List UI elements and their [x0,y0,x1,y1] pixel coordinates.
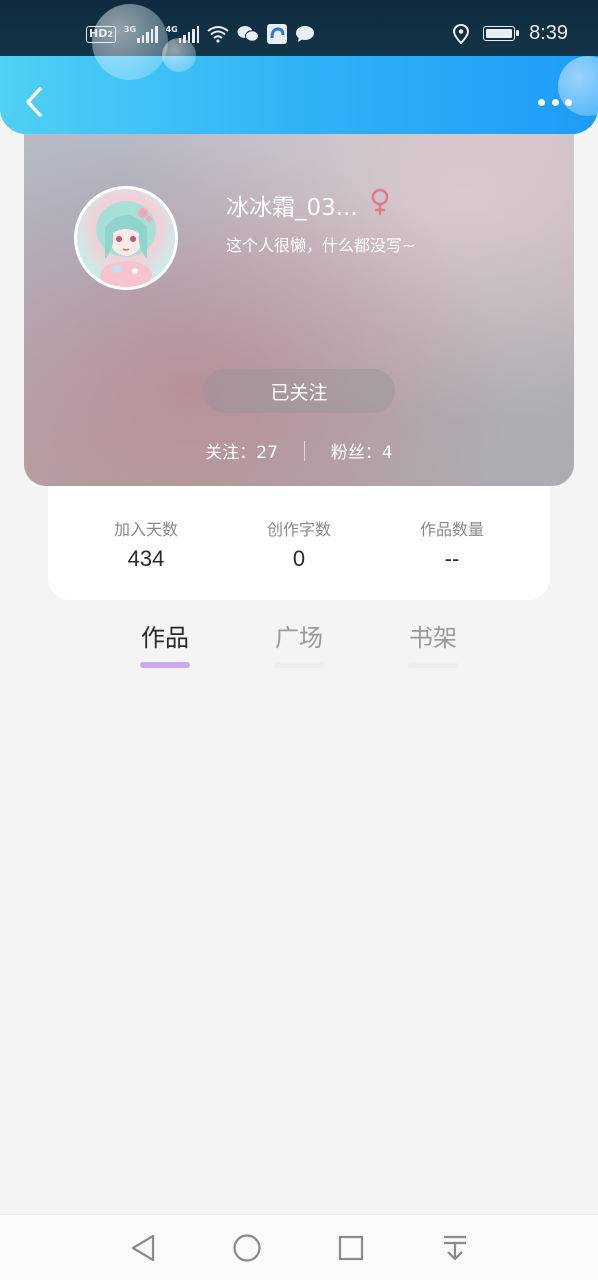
stats-panel: 加入天数 434 创作字数 0 作品数量 -- [48,480,550,600]
chevron-left-icon [26,87,42,117]
tab-square[interactable]: 广场 [274,618,324,674]
nav-recents-button[interactable] [333,1230,369,1266]
tab-label: 广场 [275,624,323,652]
signal-icon-2: 4G [166,25,200,43]
stat-label: 创作字数 [266,520,331,539]
tab-indicator [408,662,458,668]
tab-indicator [140,662,190,668]
stat-join-days: 加入天数 434 [96,516,196,600]
bio-text: 这个人很懒，什么都没写~ [226,236,416,255]
tab-bookshelf[interactable]: 书架 [408,618,458,674]
female-icon [371,188,389,215]
follow-button[interactable]: 已关注 [203,369,395,413]
more-dots-icon [538,98,545,106]
back-button[interactable] [18,84,50,120]
tab-label: 作品 [141,624,189,652]
profile-card: 冰冰霜_03... 这个人很懒，什么都没写~ 已关注 关注：27 粉丝：4 [24,100,574,486]
stat-value: -- [444,546,460,571]
tab-bar: 作品 广场 书架 [0,618,598,674]
fans-label: 粉丝： [330,443,382,463]
status-time: 8:39 [529,22,568,44]
nav-home-button[interactable] [229,1230,265,1266]
stat-value: 434 [127,546,165,571]
wifi-icon [207,26,229,43]
following-label: 关注： [205,443,257,463]
nav-home-icon [233,1233,261,1262]
avatar-illustration [96,201,156,287]
more-button[interactable] [538,90,572,114]
divider [303,440,305,461]
status-left: HD2 3G 4G [86,22,315,46]
stat-word-count: 创作字数 0 [249,516,349,600]
more-dot [565,98,572,106]
stat-label: 加入天数 [113,520,178,539]
stat-value: 0 [292,546,306,571]
stat-works-count: 作品数量 -- [402,516,502,600]
stat-label: 作品数量 [419,520,484,539]
battery-icon [483,26,520,41]
follow-stats: 关注：27 粉丝：4 [24,438,574,463]
avatar[interactable] [74,186,178,290]
signal-icon: 3G [124,25,158,43]
fans-stat[interactable]: 粉丝：4 [331,438,393,463]
app-icon [267,24,288,44]
hd-icon: HD2 [86,25,116,43]
message-icon [296,26,315,42]
nav-notification-button[interactable] [437,1230,473,1266]
nav-back-icon [131,1234,155,1261]
nav-notification-icon [444,1235,466,1261]
nav-recents-icon [338,1235,364,1260]
location-icon [453,23,470,44]
header-background [0,56,598,134]
tab-label: 书架 [409,624,457,652]
tab-indicator [274,662,324,668]
top-bar: HD2 3G 4G 8:39 [0,0,598,134]
fans-count: 4 [381,443,393,463]
nav-back-button[interactable] [125,1230,161,1266]
tab-works[interactable]: 作品 [140,618,190,674]
more-dot [551,98,559,106]
system-nav-bar [0,1214,598,1280]
nickname: 冰冰霜_03... [226,195,358,221]
following-stat[interactable]: 关注：27 [205,438,278,463]
status-right: 8:39 [453,22,568,45]
wechat-icon [237,26,260,42]
following-count: 27 [256,443,278,463]
